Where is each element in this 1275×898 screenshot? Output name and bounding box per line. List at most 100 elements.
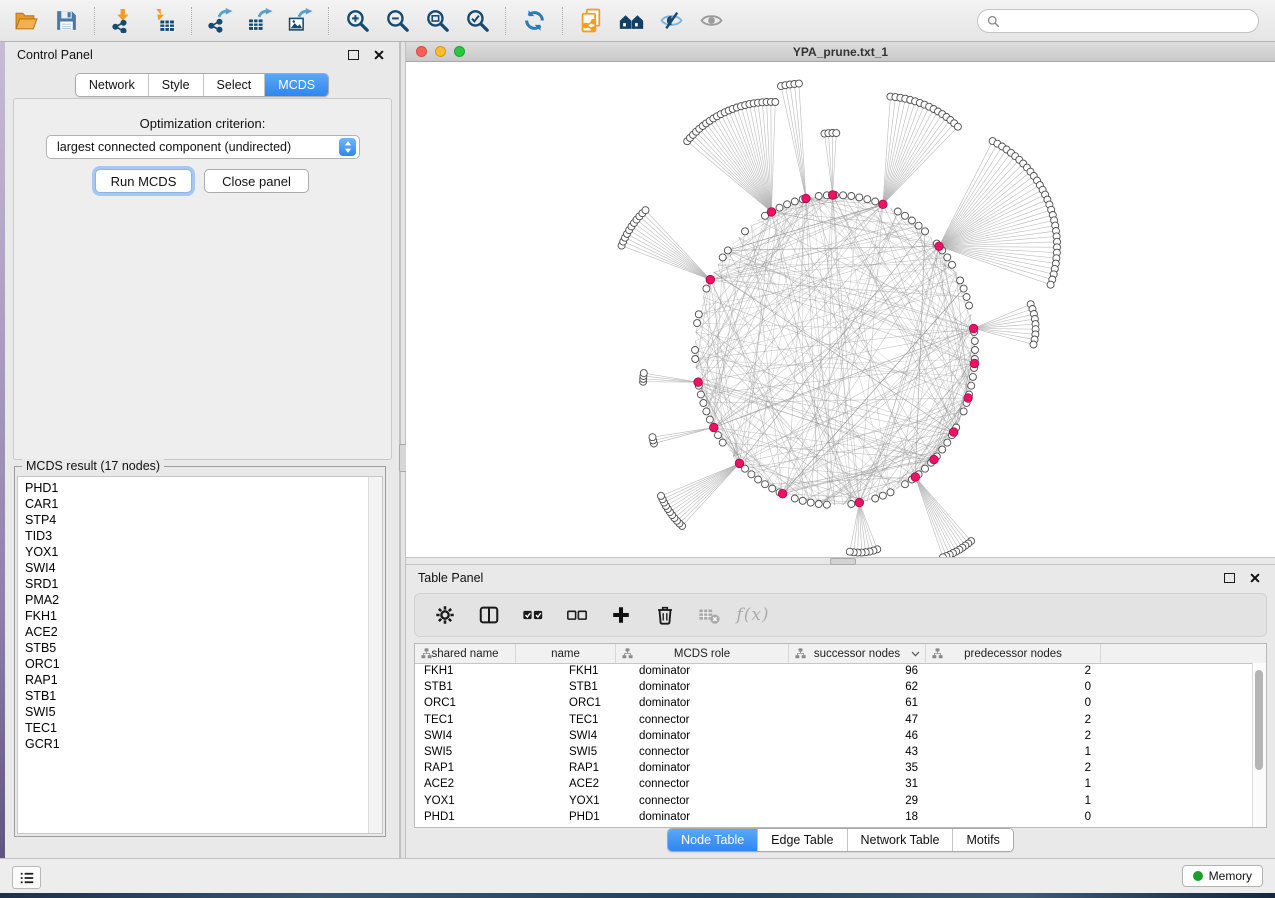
table-panel-tab-node-table[interactable]: Node Table xyxy=(668,829,758,851)
table-row[interactable]: TEC1TEC1connector472 xyxy=(415,712,1253,728)
show-all-button[interactable] xyxy=(693,4,729,38)
delete-table-button[interactable] xyxy=(695,601,723,629)
mcds-result-item[interactable]: PHD1 xyxy=(25,480,369,496)
column-header-MCDS-role[interactable]: MCDS role xyxy=(616,644,789,663)
mcds-hub-node[interactable] xyxy=(710,423,719,432)
table-row[interactable]: YOX1YOX1connector291 xyxy=(415,793,1253,809)
table-scrollbar-thumb[interactable] xyxy=(1255,670,1263,770)
table-row[interactable]: ACE2ACE2connector311 xyxy=(415,776,1253,792)
save-session-button[interactable] xyxy=(48,4,84,38)
mcds-hub-node[interactable] xyxy=(969,324,978,333)
table-close-panel-button[interactable] xyxy=(1246,570,1263,587)
select-all-button[interactable] xyxy=(519,601,547,629)
mcds-result-item[interactable]: PMA2 xyxy=(25,592,369,608)
mcds-result-item[interactable]: SRD1 xyxy=(25,576,369,592)
mcds-result-item[interactable]: RAP1 xyxy=(25,672,369,688)
mcds-hub-node[interactable] xyxy=(949,428,958,437)
mcds-result-item[interactable]: GCR1 xyxy=(25,736,369,752)
mcds-result-item[interactable]: SWI4 xyxy=(25,560,369,576)
table-row[interactable]: SWI5SWI5connector431 xyxy=(415,744,1253,760)
close-panel-action-button[interactable]: Close panel xyxy=(204,169,309,193)
export-image-button[interactable] xyxy=(282,4,318,38)
duplicate-network-button[interactable] xyxy=(573,4,609,38)
mcds-hub-node[interactable] xyxy=(778,489,787,498)
function-builder-button[interactable]: f(x) xyxy=(739,601,767,629)
column-header-shared-name[interactable]: shared name xyxy=(415,644,516,663)
mcds-hub-node[interactable] xyxy=(802,194,811,203)
mcds-result-list[interactable]: PHD1CAR1STP4TID3YOX1SWI4SRD1PMA2FKH1ACE2… xyxy=(17,476,383,834)
table-row[interactable]: FKH1FKH1dominator962 xyxy=(415,663,1253,679)
table-row[interactable]: ORC1ORC1dominator610 xyxy=(415,695,1253,711)
mcds-result-item[interactable]: CAR1 xyxy=(25,496,369,512)
task-history-button[interactable] xyxy=(12,866,41,889)
mcds-hub-node[interactable] xyxy=(935,242,944,251)
mcds-hub-node[interactable] xyxy=(828,191,837,200)
control-panel-tab-select[interactable]: Select xyxy=(204,74,266,96)
column-header-successor-nodes[interactable]: successor nodes xyxy=(789,644,926,663)
result-list-scrollbar[interactable] xyxy=(368,477,382,833)
run-mcds-button[interactable]: Run MCDS xyxy=(95,169,192,193)
mcds-result-item[interactable]: YOX1 xyxy=(25,544,369,560)
columns-settings-button[interactable] xyxy=(431,601,459,629)
search-input[interactable] xyxy=(1006,13,1249,29)
mcds-hub-node[interactable] xyxy=(930,455,939,464)
deselect-all-button[interactable] xyxy=(563,601,591,629)
mcds-result-item[interactable]: ACE2 xyxy=(25,624,369,640)
horizontal-splitter[interactable] xyxy=(406,557,1275,565)
homes-button[interactable] xyxy=(613,4,649,38)
add-column-button[interactable] xyxy=(607,601,635,629)
mcds-hub-node[interactable] xyxy=(706,275,715,284)
refresh-button[interactable] xyxy=(516,4,552,38)
horizontal-splitter-handle[interactable] xyxy=(830,558,856,565)
close-window-button[interactable] xyxy=(416,46,427,57)
split-panel-button[interactable] xyxy=(475,601,503,629)
mcds-hub-node[interactable] xyxy=(964,394,973,403)
table-panel-tab-edge-table[interactable]: Edge Table xyxy=(758,829,847,851)
table-row[interactable]: RAP1RAP1dominator352 xyxy=(415,760,1253,776)
column-header-predecessor-nodes[interactable]: predecessor nodes xyxy=(926,644,1101,663)
mcds-hub-node[interactable] xyxy=(855,498,864,507)
network-view-canvas[interactable] xyxy=(406,62,1275,557)
import-table-button[interactable] xyxy=(145,4,181,38)
zoom-fit-button[interactable] xyxy=(419,4,455,38)
mcds-hub-node[interactable] xyxy=(767,208,776,217)
mcds-result-item[interactable]: SWI5 xyxy=(25,704,369,720)
mcds-result-item[interactable]: FKH1 xyxy=(25,608,369,624)
table-row[interactable]: PHD1PHD1dominator180 xyxy=(415,809,1253,825)
mcds-hub-node[interactable] xyxy=(694,378,703,387)
control-panel-tab-style[interactable]: Style xyxy=(149,74,204,96)
delete-column-button[interactable] xyxy=(651,601,679,629)
import-network-button[interactable] xyxy=(105,4,141,38)
open-session-button[interactable] xyxy=(8,4,44,38)
search-box[interactable] xyxy=(977,9,1259,33)
mcds-result-item[interactable]: STB1 xyxy=(25,688,369,704)
minimize-window-button[interactable] xyxy=(435,46,446,57)
control-panel-tab-network[interactable]: Network xyxy=(76,74,149,96)
export-table-button[interactable] xyxy=(242,4,278,38)
mcds-result-item[interactable]: STB5 xyxy=(25,640,369,656)
table-row[interactable]: STB1STB1dominator620 xyxy=(415,679,1253,695)
memory-button[interactable]: Memory xyxy=(1182,865,1263,887)
zoom-in-button[interactable] xyxy=(339,4,375,38)
mcds-result-item[interactable]: ORC1 xyxy=(25,656,369,672)
zoom-selected-button[interactable] xyxy=(459,4,495,38)
export-network-button[interactable] xyxy=(202,4,238,38)
float-panel-button[interactable] xyxy=(345,47,362,64)
mcds-hub-node[interactable] xyxy=(911,473,920,482)
criterion-select[interactable]: largest connected component (undirected) xyxy=(46,135,360,159)
mcds-hub-node[interactable] xyxy=(970,359,979,368)
network-window-titlebar[interactable]: YPA_prune.txt_1 xyxy=(406,42,1275,62)
table-panel-tab-network-table[interactable]: Network Table xyxy=(848,829,954,851)
network-graph[interactable] xyxy=(406,62,1275,557)
mcds-result-item[interactable]: TEC1 xyxy=(25,720,369,736)
mcds-result-item[interactable]: TID3 xyxy=(25,528,369,544)
table-float-panel-button[interactable] xyxy=(1221,570,1238,587)
hide-selected-button[interactable] xyxy=(653,4,689,38)
mcds-hub-node[interactable] xyxy=(735,459,744,468)
table-panel-tab-motifs[interactable]: Motifs xyxy=(953,829,1012,851)
close-panel-button[interactable] xyxy=(370,47,387,64)
mcds-result-item[interactable]: STP4 xyxy=(25,512,369,528)
zoom-window-button[interactable] xyxy=(454,46,465,57)
table-row[interactable]: SWI4SWI4dominator462 xyxy=(415,728,1253,744)
control-panel-tab-mcds[interactable]: MCDS xyxy=(265,74,328,96)
